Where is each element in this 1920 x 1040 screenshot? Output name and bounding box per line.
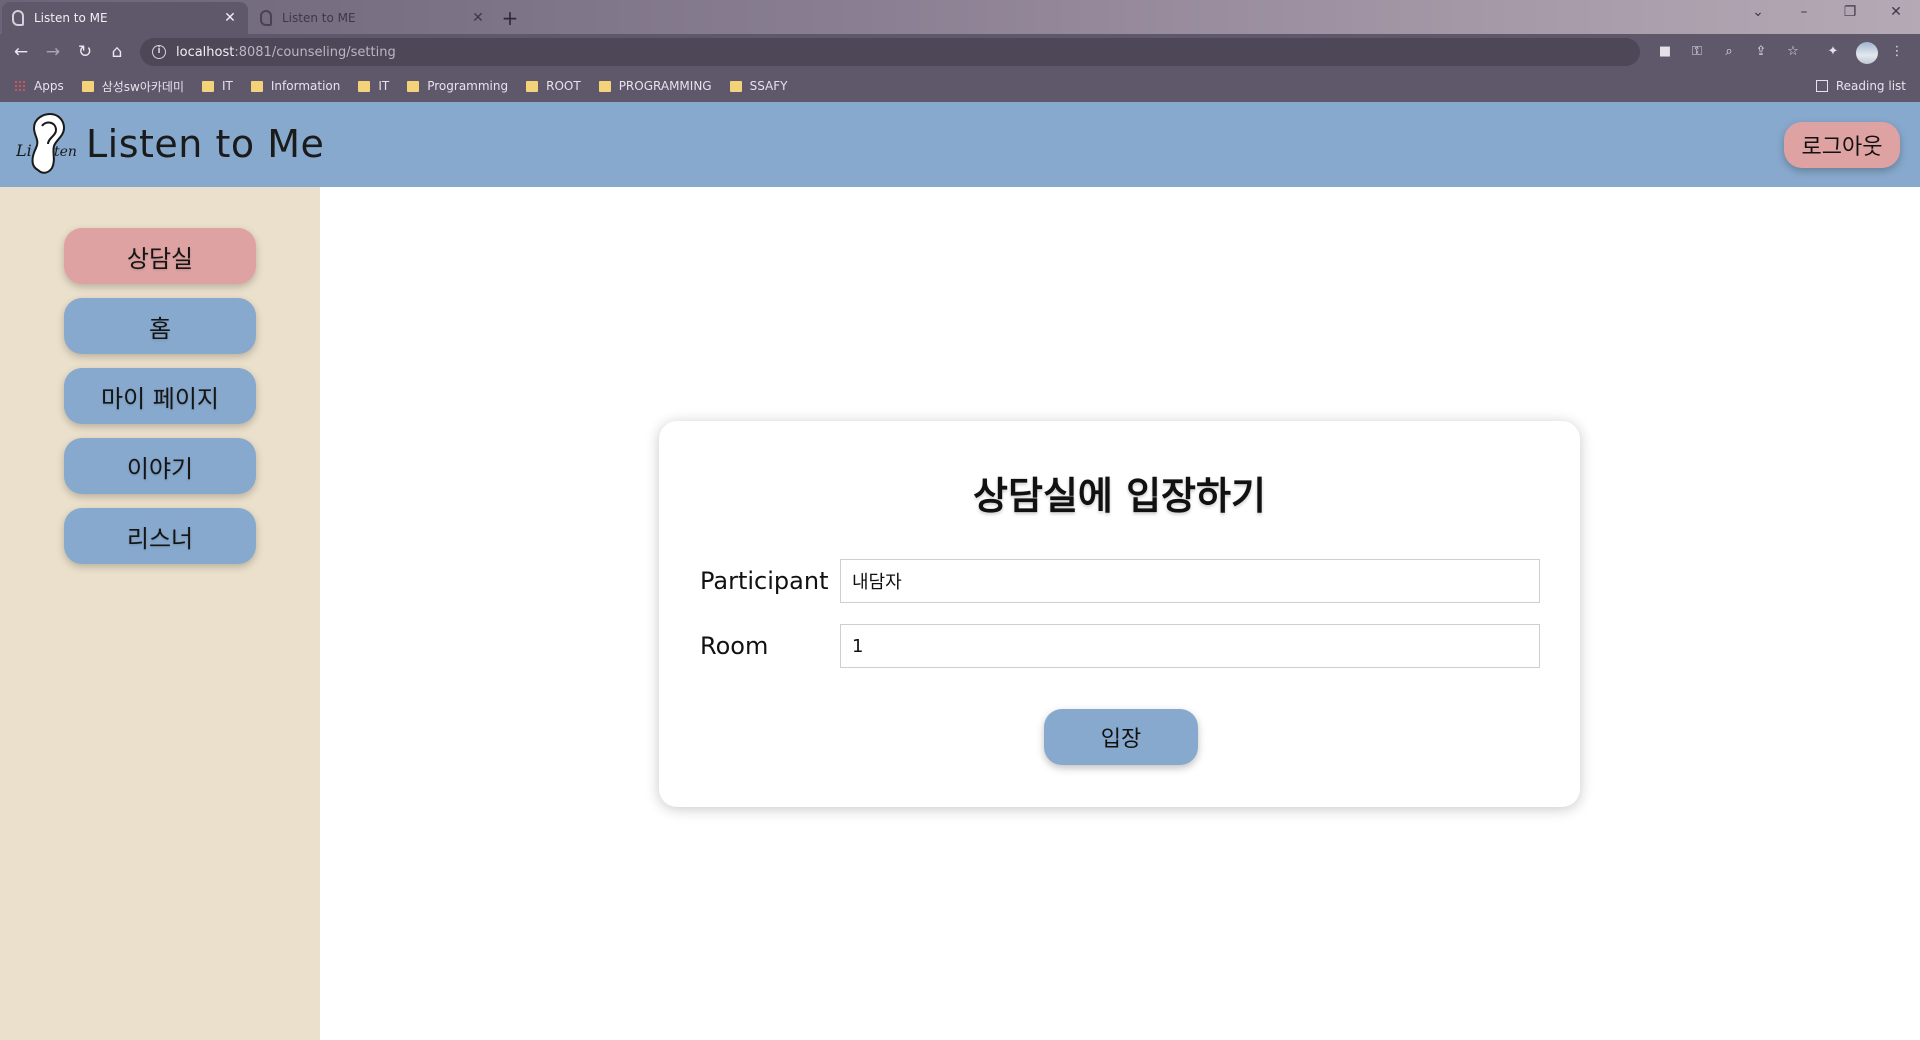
- browser-tab-active[interactable]: Listen to ME ✕: [2, 2, 248, 34]
- home-icon[interactable]: ⌂: [106, 41, 128, 63]
- ear-logo-icon[interactable]: Li ten: [16, 112, 76, 178]
- browser-tab-inactive[interactable]: Listen to ME ✕: [250, 2, 496, 34]
- sidebar-item-my-page[interactable]: 마이 페이지: [64, 368, 256, 424]
- participant-label: Participant: [700, 567, 829, 595]
- svg-text:ten: ten: [54, 144, 76, 160]
- sidebar-nav: 상담실 홈 마이 페이지 이야기 리스너: [64, 228, 256, 578]
- room-row: Room: [700, 624, 1540, 668]
- minimize-icon[interactable]: –: [1794, 4, 1814, 20]
- main-content: 상담실에 입장하기 Participant Room 입장: [320, 187, 1920, 1040]
- extensions-icon[interactable]: ✦: [1824, 43, 1842, 61]
- sidebar-item-stories[interactable]: 이야기: [64, 438, 256, 494]
- page-title: 상담실에 입장하기: [973, 474, 1266, 518]
- folder-icon: [202, 80, 215, 92]
- bookmark-folder[interactable]: PROGRAMMING: [598, 79, 712, 93]
- app-header: Li ten Listen to Me 로그아웃: [0, 102, 1920, 187]
- bookmark-folder[interactable]: ROOT: [526, 79, 581, 93]
- profile-avatar[interactable]: [1856, 42, 1878, 64]
- close-icon[interactable]: ✕: [222, 10, 238, 26]
- folder-icon: [358, 80, 371, 92]
- room-label: Room: [700, 632, 769, 660]
- enter-room-button[interactable]: 입장: [1044, 709, 1198, 765]
- camera-icon[interactable]: ■: [1656, 43, 1674, 61]
- address-bar[interactable]: i localhost:8081/counseling/setting: [140, 38, 1640, 66]
- bookmark-folder[interactable]: IT: [202, 79, 233, 93]
- folder-icon: [729, 80, 742, 92]
- ear-favicon-icon: [260, 10, 272, 26]
- close-icon[interactable]: ✕: [470, 10, 486, 26]
- bookmark-folder[interactable]: Information: [250, 79, 340, 93]
- participant-row: Participant: [700, 559, 1540, 603]
- folder-icon: [598, 80, 611, 92]
- room-input[interactable]: [840, 624, 1540, 668]
- menu-icon[interactable]: ⋮: [1888, 43, 1906, 61]
- browser-tab-strip: Listen to ME ✕ Listen to ME ✕ + ⌄ – ❐ ✕: [0, 0, 1920, 34]
- reading-list-icon: [1815, 80, 1828, 92]
- site-info-icon[interactable]: i: [152, 45, 166, 59]
- restore-icon[interactable]: ❐: [1840, 4, 1860, 20]
- reading-list-button[interactable]: Reading list: [1815, 70, 1906, 102]
- bookmark-folder[interactable]: SSAFY: [729, 79, 788, 93]
- bookmark-folder[interactable]: IT: [358, 79, 389, 93]
- tab-title: Listen to ME: [34, 11, 108, 25]
- sidebar-item-counseling-room[interactable]: 상담실: [64, 228, 256, 284]
- bookmark-apps[interactable]: Apps: [14, 79, 64, 93]
- ear-favicon-icon: [12, 10, 24, 26]
- sidebar-item-home[interactable]: 홈: [64, 298, 256, 354]
- star-icon[interactable]: ☆: [1784, 43, 1802, 61]
- sidebar: 상담실 홈 마이 페이지 이야기 리스너: [0, 187, 320, 1040]
- folder-icon: [81, 80, 94, 92]
- join-room-card: 상담실에 입장하기 Participant Room 입장: [659, 421, 1580, 807]
- svg-text:Li: Li: [16, 141, 32, 160]
- app-brand-title[interactable]: Listen to Me: [86, 122, 324, 166]
- apps-grid-icon: [14, 80, 26, 92]
- folder-icon: [250, 80, 263, 92]
- bookmark-folder[interactable]: 삼성sw아카데미: [81, 78, 184, 95]
- back-icon[interactable]: ←: [10, 41, 32, 63]
- folder-icon: [526, 80, 539, 92]
- key-icon[interactable]: ⚿: [1688, 43, 1706, 61]
- folder-icon: [407, 80, 420, 92]
- sidebar-item-listener[interactable]: 리스너: [64, 508, 256, 564]
- tab-title: Listen to ME: [282, 11, 356, 25]
- window-close-icon[interactable]: ✕: [1886, 4, 1906, 20]
- forward-icon[interactable]: →: [42, 41, 64, 63]
- zoom-icon[interactable]: ⌕: [1720, 43, 1738, 61]
- reload-icon[interactable]: ↻: [74, 41, 96, 63]
- share-icon[interactable]: ⇪: [1752, 43, 1770, 61]
- tab-search-icon[interactable]: ⌄: [1748, 4, 1768, 20]
- bookmark-folder[interactable]: Programming: [407, 79, 508, 93]
- browser-toolbar: ← → ↻ ⌂ i localhost:8081/counseling/sett…: [0, 34, 1920, 70]
- logout-button[interactable]: 로그아웃: [1784, 122, 1900, 168]
- new-tab-icon[interactable]: +: [500, 6, 520, 30]
- participant-input[interactable]: [840, 559, 1540, 603]
- bookmarks-bar: Apps 삼성sw아카데미 IT Information IT Programm…: [0, 70, 1920, 102]
- url-text: localhost:8081/counseling/setting: [176, 44, 396, 60]
